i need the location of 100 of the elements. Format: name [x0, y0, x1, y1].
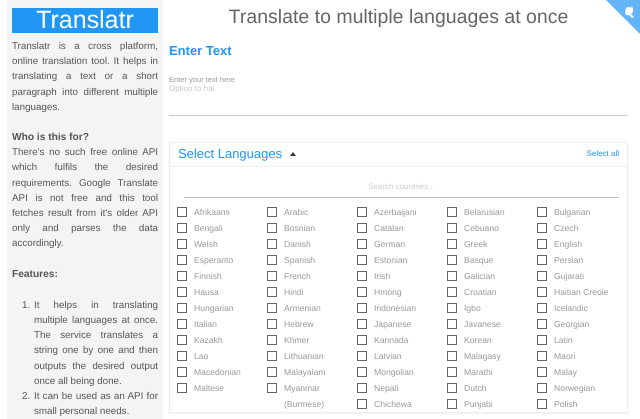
checkbox[interactable] [537, 398, 547, 409]
select-all-link[interactable]: Select all [586, 148, 619, 160]
language-label[interactable]: Basque [464, 252, 494, 268]
checkbox[interactable] [177, 222, 187, 233]
language-label[interactable]: Afrikaans [194, 204, 230, 220]
checkbox[interactable] [177, 254, 187, 265]
checkbox[interactable] [177, 350, 187, 361]
checkbox[interactable] [267, 206, 277, 217]
language-label[interactable]: Kannada [374, 332, 408, 348]
language-label[interactable]: Hausa [194, 284, 219, 300]
checkbox[interactable] [267, 302, 277, 313]
language-label[interactable]: German [374, 236, 406, 252]
language-label[interactable]: Spanish [284, 252, 316, 268]
language-label[interactable]: Gujarati [554, 268, 584, 284]
language-label[interactable]: Igbo [464, 300, 481, 316]
language-label[interactable]: Mongolian [374, 364, 414, 380]
checkbox[interactable] [447, 366, 457, 377]
language-label[interactable]: Malay [554, 364, 577, 380]
checkbox[interactable] [537, 206, 547, 217]
checkbox[interactable] [447, 238, 457, 249]
checkbox[interactable] [537, 318, 547, 329]
language-label[interactable]: Belarusian [464, 204, 505, 220]
checkbox[interactable] [267, 366, 277, 377]
checkbox[interactable] [537, 366, 547, 377]
checkbox[interactable] [357, 254, 367, 265]
checkbox[interactable] [447, 222, 457, 233]
checkbox[interactable] [177, 238, 187, 249]
language-label[interactable]: Dutch [464, 380, 486, 396]
language-label[interactable]: Esperanto [194, 252, 234, 268]
language-label[interactable]: Punjabi [464, 396, 493, 412]
language-label[interactable]: Hindi [284, 284, 304, 300]
checkbox[interactable] [537, 270, 547, 281]
checkbox[interactable] [447, 302, 457, 313]
checkbox[interactable] [357, 382, 367, 393]
checkbox[interactable] [177, 286, 187, 297]
language-label[interactable]: Hebrew [284, 316, 314, 332]
checkbox[interactable] [177, 318, 187, 329]
checkbox[interactable] [447, 270, 457, 281]
checkbox[interactable] [357, 238, 367, 249]
checkbox[interactable] [267, 238, 277, 249]
language-label[interactable]: Catalan [374, 220, 404, 236]
checkbox[interactable] [267, 254, 277, 265]
checkbox[interactable] [267, 270, 277, 281]
language-label[interactable]: Polish [554, 396, 578, 412]
language-label[interactable]: Welsh [194, 236, 218, 252]
language-label[interactable]: English [554, 236, 582, 252]
checkbox[interactable] [537, 382, 547, 393]
checkbox[interactable] [447, 206, 457, 217]
checkbox[interactable] [357, 318, 367, 329]
checkbox[interactable] [537, 238, 547, 249]
language-label[interactable]: Danish [284, 236, 311, 252]
language-label[interactable]: Indonesian [374, 300, 416, 316]
language-label[interactable]: Croatian [464, 284, 496, 300]
checkbox[interactable] [357, 270, 367, 281]
checkbox[interactable] [537, 350, 547, 361]
language-label[interactable]: Japanese [374, 316, 412, 332]
checkbox[interactable] [357, 222, 367, 233]
checkbox[interactable] [267, 334, 277, 345]
language-label[interactable]: Lithuanian [284, 348, 324, 364]
language-label[interactable]: French [284, 268, 311, 284]
language-label[interactable]: Maltese [194, 380, 224, 396]
language-label[interactable]: Bengali [194, 220, 223, 236]
checkbox[interactable] [357, 286, 367, 297]
language-label[interactable]: Maori [554, 348, 576, 364]
checkbox[interactable] [357, 334, 367, 345]
checkbox[interactable] [267, 286, 277, 297]
language-label[interactable]: Galician [464, 268, 496, 284]
language-label[interactable]: Haitian Creole [554, 284, 608, 300]
language-label[interactable]: Arabic [284, 204, 308, 220]
checkbox[interactable] [447, 398, 457, 409]
checkbox[interactable] [177, 366, 187, 377]
language-label[interactable]: Kazakh [194, 332, 223, 348]
language-label[interactable]: Hungarian [194, 300, 234, 316]
checkbox[interactable] [177, 270, 187, 281]
checkbox[interactable] [537, 302, 547, 313]
language-label[interactable]: Korean [464, 332, 492, 348]
language-label[interactable]: Malagasy [464, 348, 501, 364]
checkbox[interactable] [357, 398, 367, 409]
language-label[interactable]: Italian [194, 316, 217, 332]
checkbox[interactable] [267, 350, 277, 361]
checkbox[interactable] [177, 302, 187, 313]
language-label[interactable]: Lao [194, 348, 208, 364]
checkbox[interactable] [537, 286, 547, 297]
checkbox[interactable] [357, 302, 367, 313]
language-label[interactable]: Estonian [374, 252, 408, 268]
checkbox[interactable] [537, 254, 547, 265]
language-label[interactable]: Georgian [554, 316, 590, 332]
language-label[interactable]: Javanese [464, 316, 501, 332]
language-label[interactable]: Bosnian [284, 220, 316, 236]
language-label[interactable]: Norwegian [554, 380, 596, 396]
checkbox[interactable] [447, 286, 457, 297]
checkbox[interactable] [357, 206, 367, 217]
checkbox[interactable] [447, 334, 457, 345]
language-label[interactable]: Greek [464, 236, 488, 252]
checkbox[interactable] [537, 334, 547, 345]
language-label[interactable]: Icelandic [554, 300, 588, 316]
language-label[interactable]: Bulgarian [554, 204, 590, 220]
language-label[interactable]: Armenian [284, 300, 321, 316]
language-label[interactable]: Hmong [374, 284, 402, 300]
language-label[interactable]: Cebuano [464, 220, 499, 236]
